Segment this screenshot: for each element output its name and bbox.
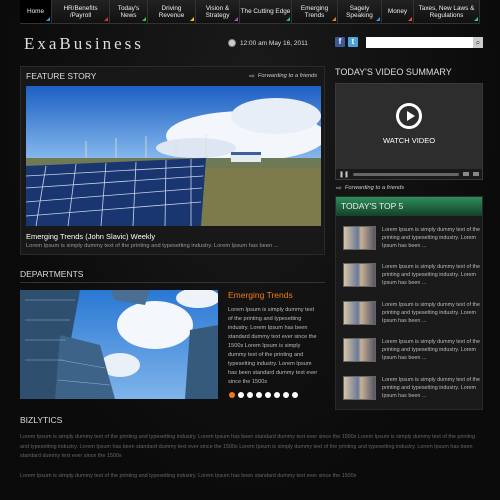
video-forward-label: Forwarding to a friends [344, 185, 405, 191]
video-player[interactable]: WATCH VIDEO ❚❚ [335, 83, 483, 180]
nav-item-emerging-trends[interactable]: Emerging Trends [292, 0, 338, 23]
nav-item-driving-revenue[interactable]: Driving Revenue [148, 0, 196, 23]
departments-text: Lorem Ipsum is simply dummy text of the … [228, 307, 318, 385]
top5-item[interactable]: Lorem Ipsum is simply dummy text of the … [343, 338, 481, 362]
video-forward-link[interactable]: ⇨ Forwarding to a friends [336, 184, 404, 192]
slider-pagination [229, 392, 298, 398]
feature-story-panel: FEATURE STORY ⇨ Forwarding to a friends [20, 66, 325, 255]
bizlytics-heading: BIZLYTICS [20, 415, 63, 425]
play-icon[interactable] [396, 103, 422, 129]
video-progress-bar[interactable] [353, 172, 459, 176]
nav-item-sagely-speaking[interactable]: Sagely Speaking [338, 0, 382, 23]
top5-thumbnail[interactable] [343, 376, 376, 400]
top5-item-text: Lorem Ipsum is simply dummy text of the … [382, 264, 480, 286]
bizlytics-paragraph: Lorem Ipsum is simply dummy text of the … [20, 473, 357, 479]
feature-title[interactable]: Emerging Trends (John Slavic) Weekly [26, 232, 155, 241]
departments-heading: DEPARTMENTS [20, 269, 84, 279]
feature-description: Lorem Ipsum is simply dummy text of the … [26, 243, 279, 249]
watch-video-label[interactable]: WATCH VIDEO [336, 136, 482, 145]
slide-dot[interactable] [283, 392, 289, 398]
nav-item-vision-strategy[interactable]: Vision & Strategy [196, 0, 240, 23]
fullscreen-icon[interactable] [473, 172, 479, 176]
nav-item-home[interactable]: Home [20, 0, 52, 23]
nav-item-cutting-edge[interactable]: The Cutting Edge [240, 0, 292, 23]
facebook-icon[interactable]: f [335, 37, 345, 47]
twitter-icon[interactable]: t [348, 37, 358, 47]
clock-icon [228, 39, 236, 47]
pause-icon[interactable]: ❚❚ [339, 171, 349, 178]
top5-item-text: Lorem Ipsum is simply dummy text of the … [382, 302, 480, 324]
datetime-text: 12:00 am May 16, 2011 [240, 39, 308, 47]
top5-thumbnail[interactable] [343, 263, 376, 287]
slide-dot[interactable] [292, 392, 298, 398]
video-controls: ❚❚ [336, 169, 482, 179]
slide-dot[interactable] [238, 392, 244, 398]
slide-dot[interactable] [256, 392, 262, 398]
site-logo[interactable]: ExaBusiness [24, 34, 144, 54]
nav-item-hr-benefits[interactable]: HR/Benefits /Payroll [52, 0, 110, 23]
top5-heading: TODAY'S TOP 5 [336, 197, 482, 216]
slide-dot[interactable] [265, 392, 271, 398]
top5-panel: TODAY'S TOP 5 Lorem Ipsum is simply dumm… [335, 196, 483, 410]
top5-item-text: Lorem Ipsum is simply dummy text of the … [382, 227, 480, 249]
slide-dot[interactable] [274, 392, 280, 398]
search-button[interactable]: ⌕ [473, 37, 483, 48]
top5-item-text: Lorem Ipsum is simply dummy text of the … [382, 377, 480, 399]
departments-title[interactable]: Emerging Trends [228, 290, 293, 300]
top5-item[interactable]: Lorem Ipsum is simply dummy text of the … [343, 226, 481, 250]
video-heading: TODAY'S VIDEO SUMMARY [335, 67, 452, 77]
search-input[interactable] [366, 37, 473, 48]
top5-thumbnail[interactable] [343, 338, 376, 362]
top5-item[interactable]: Lorem Ipsum is simply dummy text of the … [343, 301, 481, 325]
slide-dot[interactable] [247, 392, 253, 398]
nav-item-taxes[interactable]: Taxes, New Laws & Regulations [414, 0, 480, 23]
feature-heading: FEATURE STORY [26, 71, 97, 81]
top5-thumbnail[interactable] [343, 226, 376, 250]
social-links: f t [335, 37, 358, 47]
nav-item-money[interactable]: Money [382, 0, 414, 23]
nav-item-todays-news[interactable]: Today's News [110, 0, 148, 23]
main-nav: Home HR/Benefits /Payroll Today's News D… [20, 0, 480, 24]
top5-thumbnail[interactable] [343, 301, 376, 325]
forward-icon: ⇨ [336, 185, 342, 192]
feature-forward-label: Forwarding to a friends [257, 73, 318, 79]
feature-image[interactable] [26, 86, 321, 226]
top5-item[interactable]: Lorem Ipsum is simply dummy text of the … [343, 376, 481, 400]
slide-dot[interactable] [229, 392, 235, 398]
top5-item-text: Lorem Ipsum is simply dummy text of the … [382, 339, 480, 361]
top5-item[interactable]: Lorem Ipsum is simply dummy text of the … [343, 263, 481, 287]
bizlytics-paragraph: Lorem Ipsum is simply dummy text of the … [20, 434, 476, 459]
feature-forward-link[interactable]: ⇨ Forwarding to a friends [249, 72, 317, 80]
hd-icon[interactable] [463, 172, 469, 176]
datetime: 12:00 am May 16, 2011 [228, 39, 308, 47]
forward-icon: ⇨ [249, 73, 255, 80]
divider [20, 282, 325, 283]
departments-image[interactable] [20, 290, 218, 399]
